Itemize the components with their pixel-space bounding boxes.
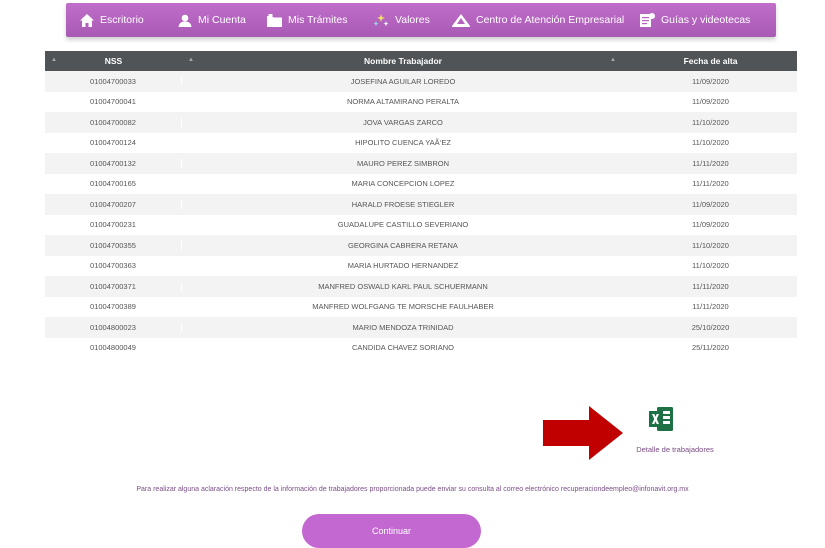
red-arrow-icon — [543, 406, 623, 460]
nav-label: Mis Trámites — [288, 14, 348, 26]
table-row: 01004800049 CANDIDA CHAVEZ SORIANO 25/11/2… — [45, 338, 797, 359]
nav-label: Valores — [395, 14, 430, 26]
top-navigation: Escritorio Mi Cuenta Mis Trámites Valore… — [66, 3, 776, 37]
table-row: 01004700033 JOSEFINA AGUILAR LOREDO 11/09/… — [45, 71, 797, 92]
nombre-cell: JOSEFINA AGUILAR LOREDO — [350, 76, 456, 86]
email-link[interactable]: recuperaciondeempleo@infonavit.org.mx — [561, 486, 689, 493]
nombre-cell: CANDIDA CHAVEZ SORIANO — [352, 343, 454, 353]
nss-cell: 01004700082 — [45, 117, 182, 127]
table-row: 01004700231 GUADALUPE CASTILLO SEVERIANO 1… — [45, 215, 797, 236]
column-header-nombre[interactable]: ▲ Nombre Trabajador — [182, 51, 624, 71]
nav-centro-atencion[interactable]: Centro de Atención Empresarial — [452, 3, 624, 37]
table-row: 01004700124 HIPOLITO CUENCA YAÃ‘EZ 11/10/2… — [45, 133, 797, 154]
building-icon — [452, 13, 470, 27]
nss-cell: 01004700363 — [45, 261, 182, 271]
document-icon — [640, 13, 655, 27]
table-row: 01004700165 MARIA CONCEPCION LOPEZ 11/11/2… — [45, 174, 797, 195]
sort-icon: ▲ — [51, 57, 57, 63]
table-row: 01004800023 MARIO MENDOZA TRINIDAD 25/10/2… — [45, 317, 797, 338]
nav-escritorio[interactable]: Escritorio — [80, 3, 144, 37]
column-header-fecha[interactable]: ▲ Fecha de alta — [610, 51, 797, 71]
table-row: 01004700082 JOVA VARGAS ZARCO 11/10/2020 — [45, 112, 797, 133]
fecha-cell: 11/11/2020 — [692, 281, 729, 291]
table-row: 01004700041 NORMA ALTAMIRANO PERALTA 11/09… — [45, 92, 797, 113]
fecha-cell: 25/11/2020 — [692, 343, 729, 353]
home-icon — [80, 13, 94, 27]
fecha-cell: 11/10/2020 — [692, 240, 729, 250]
nombre-cell: MARIA CONCEPCION LOPEZ — [351, 179, 455, 189]
info-note-text: Para realizar alguna aclaración respecto… — [136, 486, 561, 493]
nss-cell: 01004700371 — [45, 281, 182, 291]
fecha-cell: 11/11/2020 — [692, 158, 729, 168]
fecha-cell: 11/09/2020 — [692, 97, 729, 107]
table-row: 01004700371 MANFRED OSWALD KARL PAUL SCHU… — [45, 276, 797, 297]
nss-cell: 01004800049 — [45, 343, 182, 353]
column-header-label: NSS — [104, 56, 123, 66]
download-detalle-link[interactable]: Detalle de trabajadores — [612, 445, 738, 454]
fecha-cell: 11/09/2020 — [692, 76, 729, 86]
column-header-label: Nombre Trabajador — [364, 56, 442, 66]
fecha-cell: 11/09/2020 — [692, 199, 729, 209]
nombre-cell: NORMA ALTAMIRANO PERALTA — [347, 97, 459, 107]
nombre-cell: MANFRED WOLFGANG TE MORSCHE FAULHABER — [312, 302, 494, 312]
folder-icon — [267, 13, 282, 27]
page: Escritorio Mi Cuenta Mis Trámites Valore… — [0, 0, 825, 548]
fecha-cell: 25/10/2020 — [691, 322, 730, 332]
nombre-cell: HIPOLITO CUENCA YAÃ‘EZ — [355, 138, 451, 148]
fecha-cell: 11/10/2020 — [692, 138, 729, 148]
sort-icon: ▲ — [610, 57, 616, 63]
nav-mi-cuenta[interactable]: Mi Cuenta — [178, 3, 246, 37]
nss-cell: 01004700132 — [45, 158, 182, 168]
nss-cell: 01004700124 — [45, 138, 182, 148]
nss-cell: 01004700207 — [45, 199, 182, 209]
nombre-cell: GEORGINA CABRERA RETANA — [348, 240, 458, 250]
sparkles-icon — [373, 13, 389, 26]
user-icon — [178, 14, 192, 27]
nss-cell: 01004700041 — [45, 97, 182, 107]
info-note: Para realizar alguna aclaración respecto… — [0, 486, 825, 493]
nav-label: Mi Cuenta — [198, 14, 246, 26]
nombre-cell: MARIA HURTADO HERNANDEZ — [347, 261, 459, 271]
table-row: 01004700355 GEORGINA CABRERA RETANA 11/10/… — [45, 235, 797, 256]
nombre-cell: GUADALUPE CASTILLO SEVERIANO — [337, 220, 469, 230]
nombre-cell: MANFRED OSWALD KARL PAUL SCHUERMANN — [318, 281, 488, 291]
sort-icon: ▲ — [188, 57, 194, 63]
nombre-cell: JOVA VARGAS ZARCO — [363, 117, 443, 127]
nav-label: Escritorio — [100, 14, 144, 26]
nav-guias-videotecas[interactable]: Guías y videotecas — [640, 3, 750, 37]
nav-label: Centro de Atención Empresarial — [476, 14, 625, 26]
column-header-nss[interactable]: ▲ NSS — [45, 51, 182, 71]
table-row: 01004700207 HARALD FROESE STIEGLER 11/09/2… — [45, 194, 797, 215]
table-header: ▲ NSS ▲ Nombre Trabajador ▲ Fecha de alt… — [45, 51, 797, 71]
table-row: 01004700132 MAURO PEREZ SIMBRON 11/11/2020 — [45, 153, 797, 174]
nombre-cell: MAURO PEREZ SIMBRON — [356, 158, 450, 168]
fecha-cell: 11/10/2020 — [692, 117, 729, 127]
nss-cell: 01004700389 — [45, 302, 182, 312]
nss-cell: 01004700231 — [45, 220, 182, 230]
table-row: 01004700389 MANFRED WOLFGANG TE MORSCHE F… — [45, 297, 797, 318]
fecha-cell: 11/09/2020 — [692, 220, 729, 230]
column-header-label: Fecha de alta — [683, 56, 738, 66]
fecha-cell: 11/10/2020 — [692, 261, 729, 271]
nss-cell: 01004700165 — [45, 179, 182, 189]
nav-mis-tramites[interactable]: Mis Trámites — [267, 3, 348, 37]
nav-valores[interactable]: Valores — [373, 3, 430, 37]
workers-table: ▲ NSS ▲ Nombre Trabajador ▲ Fecha de alt… — [45, 51, 797, 358]
nss-cell: 01004700033 — [45, 76, 182, 86]
continue-button[interactable]: Continuar — [302, 514, 481, 548]
table-body: 01004700033 JOSEFINA AGUILAR LOREDO 11/09/… — [45, 71, 797, 358]
excel-icon[interactable] — [649, 406, 673, 432]
table-row: 01004700363 MARIA HURTADO HERNANDEZ 11/10/… — [45, 256, 797, 277]
nombre-cell: MARIO MENDOZA TRINIDAD — [352, 322, 454, 332]
nss-cell: 01004800023 — [45, 322, 182, 332]
nav-label: Guías y videotecas — [661, 14, 751, 26]
nombre-cell: HARALD FROESE STIEGLER — [351, 199, 455, 209]
fecha-cell: 11/11/2020 — [692, 179, 729, 189]
fecha-cell: 11/11/2020 — [692, 302, 729, 312]
nss-cell: 01004700355 — [45, 240, 182, 250]
